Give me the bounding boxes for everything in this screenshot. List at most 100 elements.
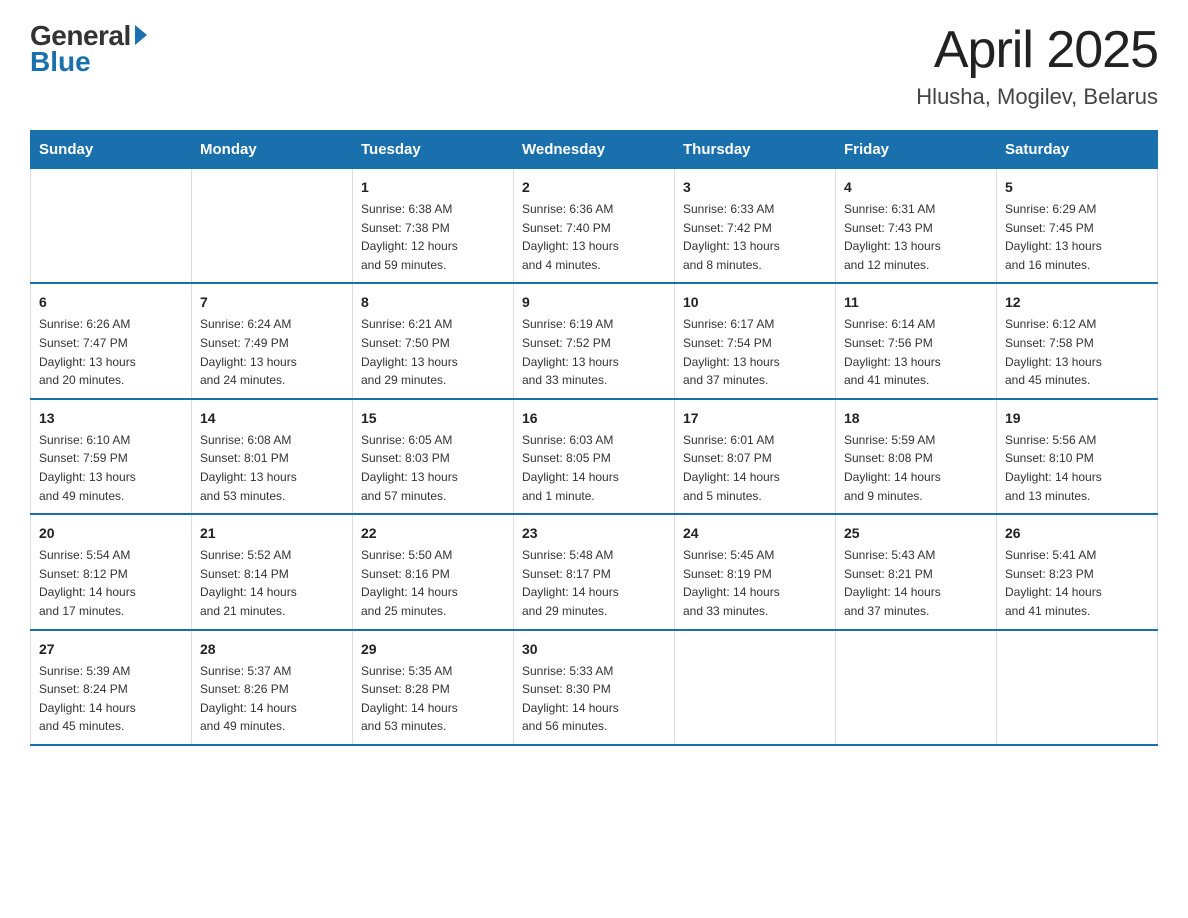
day-number: 17 — [683, 408, 827, 429]
day-info: Sunrise: 5:39 AMSunset: 8:24 PMDaylight:… — [39, 662, 183, 736]
day-info: Sunrise: 5:54 AMSunset: 8:12 PMDaylight:… — [39, 546, 183, 620]
day-number: 16 — [522, 408, 666, 429]
calendar-cell: 6Sunrise: 6:26 AMSunset: 7:47 PMDaylight… — [31, 283, 192, 398]
calendar-cell — [31, 169, 192, 284]
day-info: Sunrise: 5:43 AMSunset: 8:21 PMDaylight:… — [844, 546, 988, 620]
day-number: 9 — [522, 292, 666, 313]
day-number: 20 — [39, 523, 183, 544]
day-info: Sunrise: 6:14 AMSunset: 7:56 PMDaylight:… — [844, 315, 988, 389]
calendar-cell: 28Sunrise: 5:37 AMSunset: 8:26 PMDayligh… — [192, 630, 353, 745]
day-number: 27 — [39, 639, 183, 660]
day-info: Sunrise: 5:56 AMSunset: 8:10 PMDaylight:… — [1005, 431, 1149, 505]
day-number: 30 — [522, 639, 666, 660]
calendar-subtitle: Hlusha, Mogilev, Belarus — [916, 84, 1158, 110]
day-info: Sunrise: 5:48 AMSunset: 8:17 PMDaylight:… — [522, 546, 666, 620]
calendar-cell: 4Sunrise: 6:31 AMSunset: 7:43 PMDaylight… — [836, 169, 997, 284]
calendar-cell — [675, 630, 836, 745]
calendar-cell: 14Sunrise: 6:08 AMSunset: 8:01 PMDayligh… — [192, 399, 353, 514]
calendar-cell: 11Sunrise: 6:14 AMSunset: 7:56 PMDayligh… — [836, 283, 997, 398]
day-info: Sunrise: 6:31 AMSunset: 7:43 PMDaylight:… — [844, 200, 988, 274]
header-sunday: Sunday — [31, 131, 192, 169]
page-header: General Blue April 2025 Hlusha, Mogilev,… — [30, 20, 1158, 110]
day-info: Sunrise: 6:29 AMSunset: 7:45 PMDaylight:… — [1005, 200, 1149, 274]
calendar-cell — [836, 630, 997, 745]
day-info: Sunrise: 6:08 AMSunset: 8:01 PMDaylight:… — [200, 431, 344, 505]
day-number: 22 — [361, 523, 505, 544]
calendar-cell: 19Sunrise: 5:56 AMSunset: 8:10 PMDayligh… — [997, 399, 1158, 514]
day-number: 4 — [844, 177, 988, 198]
day-info: Sunrise: 6:26 AMSunset: 7:47 PMDaylight:… — [39, 315, 183, 389]
day-number: 19 — [1005, 408, 1149, 429]
day-number: 5 — [1005, 177, 1149, 198]
day-info: Sunrise: 6:38 AMSunset: 7:38 PMDaylight:… — [361, 200, 505, 274]
day-info: Sunrise: 5:45 AMSunset: 8:19 PMDaylight:… — [683, 546, 827, 620]
day-number: 28 — [200, 639, 344, 660]
calendar-cell: 12Sunrise: 6:12 AMSunset: 7:58 PMDayligh… — [997, 283, 1158, 398]
day-info: Sunrise: 5:59 AMSunset: 8:08 PMDaylight:… — [844, 431, 988, 505]
header-tuesday: Tuesday — [353, 131, 514, 169]
day-info: Sunrise: 6:33 AMSunset: 7:42 PMDaylight:… — [683, 200, 827, 274]
day-number: 8 — [361, 292, 505, 313]
calendar-cell: 13Sunrise: 6:10 AMSunset: 7:59 PMDayligh… — [31, 399, 192, 514]
day-info: Sunrise: 6:12 AMSunset: 7:58 PMDaylight:… — [1005, 315, 1149, 389]
day-number: 11 — [844, 292, 988, 313]
day-info: Sunrise: 5:41 AMSunset: 8:23 PMDaylight:… — [1005, 546, 1149, 620]
day-number: 29 — [361, 639, 505, 660]
calendar-cell: 15Sunrise: 6:05 AMSunset: 8:03 PMDayligh… — [353, 399, 514, 514]
calendar-cell: 5Sunrise: 6:29 AMSunset: 7:45 PMDaylight… — [997, 169, 1158, 284]
calendar-cell: 25Sunrise: 5:43 AMSunset: 8:21 PMDayligh… — [836, 514, 997, 629]
day-number: 2 — [522, 177, 666, 198]
day-info: Sunrise: 6:36 AMSunset: 7:40 PMDaylight:… — [522, 200, 666, 274]
calendar-title: April 2025 — [916, 20, 1158, 80]
calendar-cell: 9Sunrise: 6:19 AMSunset: 7:52 PMDaylight… — [514, 283, 675, 398]
day-info: Sunrise: 6:03 AMSunset: 8:05 PMDaylight:… — [522, 431, 666, 505]
week-row-4: 20Sunrise: 5:54 AMSunset: 8:12 PMDayligh… — [31, 514, 1158, 629]
calendar-body: 1Sunrise: 6:38 AMSunset: 7:38 PMDaylight… — [31, 169, 1158, 745]
day-info: Sunrise: 6:10 AMSunset: 7:59 PMDaylight:… — [39, 431, 183, 505]
day-number: 12 — [1005, 292, 1149, 313]
week-row-3: 13Sunrise: 6:10 AMSunset: 7:59 PMDayligh… — [31, 399, 1158, 514]
day-number: 7 — [200, 292, 344, 313]
header-thursday: Thursday — [675, 131, 836, 169]
title-block: April 2025 Hlusha, Mogilev, Belarus — [916, 20, 1158, 110]
calendar-cell: 7Sunrise: 6:24 AMSunset: 7:49 PMDaylight… — [192, 283, 353, 398]
day-info: Sunrise: 5:37 AMSunset: 8:26 PMDaylight:… — [200, 662, 344, 736]
header-wednesday: Wednesday — [514, 131, 675, 169]
day-number: 13 — [39, 408, 183, 429]
day-info: Sunrise: 6:01 AMSunset: 8:07 PMDaylight:… — [683, 431, 827, 505]
calendar-cell: 29Sunrise: 5:35 AMSunset: 8:28 PMDayligh… — [353, 630, 514, 745]
logo: General Blue — [30, 20, 147, 78]
calendar-cell: 16Sunrise: 6:03 AMSunset: 8:05 PMDayligh… — [514, 399, 675, 514]
calendar-cell: 27Sunrise: 5:39 AMSunset: 8:24 PMDayligh… — [31, 630, 192, 745]
day-number: 10 — [683, 292, 827, 313]
calendar-cell: 2Sunrise: 6:36 AMSunset: 7:40 PMDaylight… — [514, 169, 675, 284]
header-monday: Monday — [192, 131, 353, 169]
day-info: Sunrise: 6:05 AMSunset: 8:03 PMDaylight:… — [361, 431, 505, 505]
header-friday: Friday — [836, 131, 997, 169]
day-info: Sunrise: 5:52 AMSunset: 8:14 PMDaylight:… — [200, 546, 344, 620]
week-row-1: 1Sunrise: 6:38 AMSunset: 7:38 PMDaylight… — [31, 169, 1158, 284]
calendar-cell: 23Sunrise: 5:48 AMSunset: 8:17 PMDayligh… — [514, 514, 675, 629]
day-info: Sunrise: 6:19 AMSunset: 7:52 PMDaylight:… — [522, 315, 666, 389]
logo-blue-text: Blue — [30, 46, 91, 78]
calendar-table: SundayMondayTuesdayWednesdayThursdayFrid… — [30, 130, 1158, 746]
calendar-cell: 8Sunrise: 6:21 AMSunset: 7:50 PMDaylight… — [353, 283, 514, 398]
week-row-5: 27Sunrise: 5:39 AMSunset: 8:24 PMDayligh… — [31, 630, 1158, 745]
day-number: 18 — [844, 408, 988, 429]
day-number: 15 — [361, 408, 505, 429]
day-number: 14 — [200, 408, 344, 429]
calendar-cell: 18Sunrise: 5:59 AMSunset: 8:08 PMDayligh… — [836, 399, 997, 514]
day-info: Sunrise: 5:50 AMSunset: 8:16 PMDaylight:… — [361, 546, 505, 620]
calendar-cell: 22Sunrise: 5:50 AMSunset: 8:16 PMDayligh… — [353, 514, 514, 629]
day-info: Sunrise: 6:21 AMSunset: 7:50 PMDaylight:… — [361, 315, 505, 389]
day-number: 23 — [522, 523, 666, 544]
calendar-cell — [997, 630, 1158, 745]
calendar-cell: 1Sunrise: 6:38 AMSunset: 7:38 PMDaylight… — [353, 169, 514, 284]
day-info: Sunrise: 5:33 AMSunset: 8:30 PMDaylight:… — [522, 662, 666, 736]
calendar-cell: 10Sunrise: 6:17 AMSunset: 7:54 PMDayligh… — [675, 283, 836, 398]
day-number: 21 — [200, 523, 344, 544]
week-row-2: 6Sunrise: 6:26 AMSunset: 7:47 PMDaylight… — [31, 283, 1158, 398]
calendar-cell: 24Sunrise: 5:45 AMSunset: 8:19 PMDayligh… — [675, 514, 836, 629]
day-number: 26 — [1005, 523, 1149, 544]
calendar-cell: 26Sunrise: 5:41 AMSunset: 8:23 PMDayligh… — [997, 514, 1158, 629]
